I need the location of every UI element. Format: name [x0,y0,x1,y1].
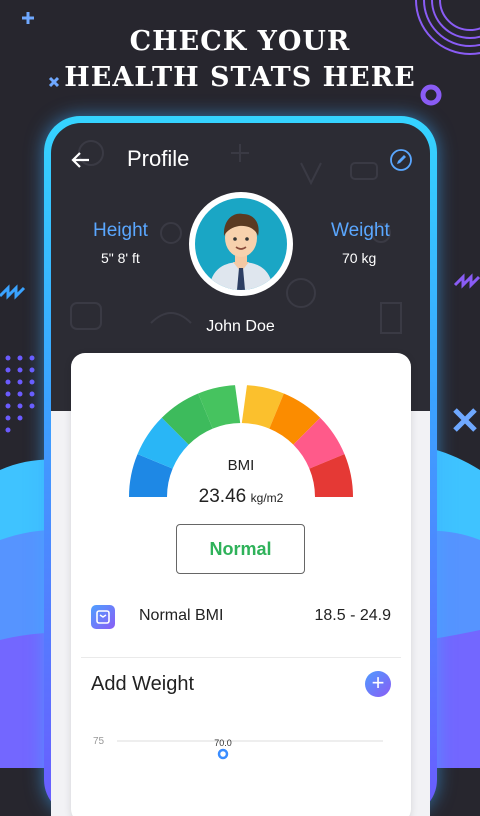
data-point[interactable] [217,748,229,760]
headline-line-1: CHECK YOUR [129,26,351,57]
add-weight-title: Add Weight [91,673,195,695]
app-screen: Profile Height 5" 8' ft Weight 70 kg Joh… [51,123,430,816]
bmi-gauge [129,385,353,497]
user-illustration-icon [209,213,273,290]
app-bar: Profile [51,143,430,179]
avatar-image [195,198,287,290]
bmi-unit: kg/m2 [250,491,284,505]
user-name: John Doe [206,318,275,335]
divider [81,657,401,658]
arrow-left-icon[interactable] [69,148,93,172]
bmi-status-button[interactable]: Normal [176,524,305,574]
data-label: 70.0 [214,738,232,748]
plus-icon[interactable]: + [365,671,391,697]
promo-headline: CHECK YOUR HEALTH STATS HERE [0,24,480,96]
y-tick-label: 75 [93,736,105,747]
height-value: 5" 8' ft [101,250,140,266]
weight-label: Weight [331,220,390,241]
normal-bmi-range: 18.5 - 24.9 [314,607,392,624]
bmi-card: BMI 23.46 kg/m2 Normal Normal BMI 18.5 -… [71,353,411,816]
weight-chart: 75 70.0 [93,736,383,760]
height-label: Height [93,220,148,241]
headline-line-2: HEALTH STATS HERE [64,62,416,93]
pencil-icon[interactable] [390,149,412,171]
bmi-value: 23.46 kg/m2 [71,486,411,508]
page-title: Profile [127,146,190,171]
bmi-label: BMI [227,457,255,474]
scale-icon [91,605,115,629]
weight-value: 70 kg [342,250,377,266]
phone-frame: Profile Height 5" 8' ft Weight 70 kg Joh… [44,116,437,816]
avatar[interactable] [189,192,293,296]
bmi-number: 23.46 [198,486,247,507]
normal-bmi-label: Normal BMI [139,607,224,624]
